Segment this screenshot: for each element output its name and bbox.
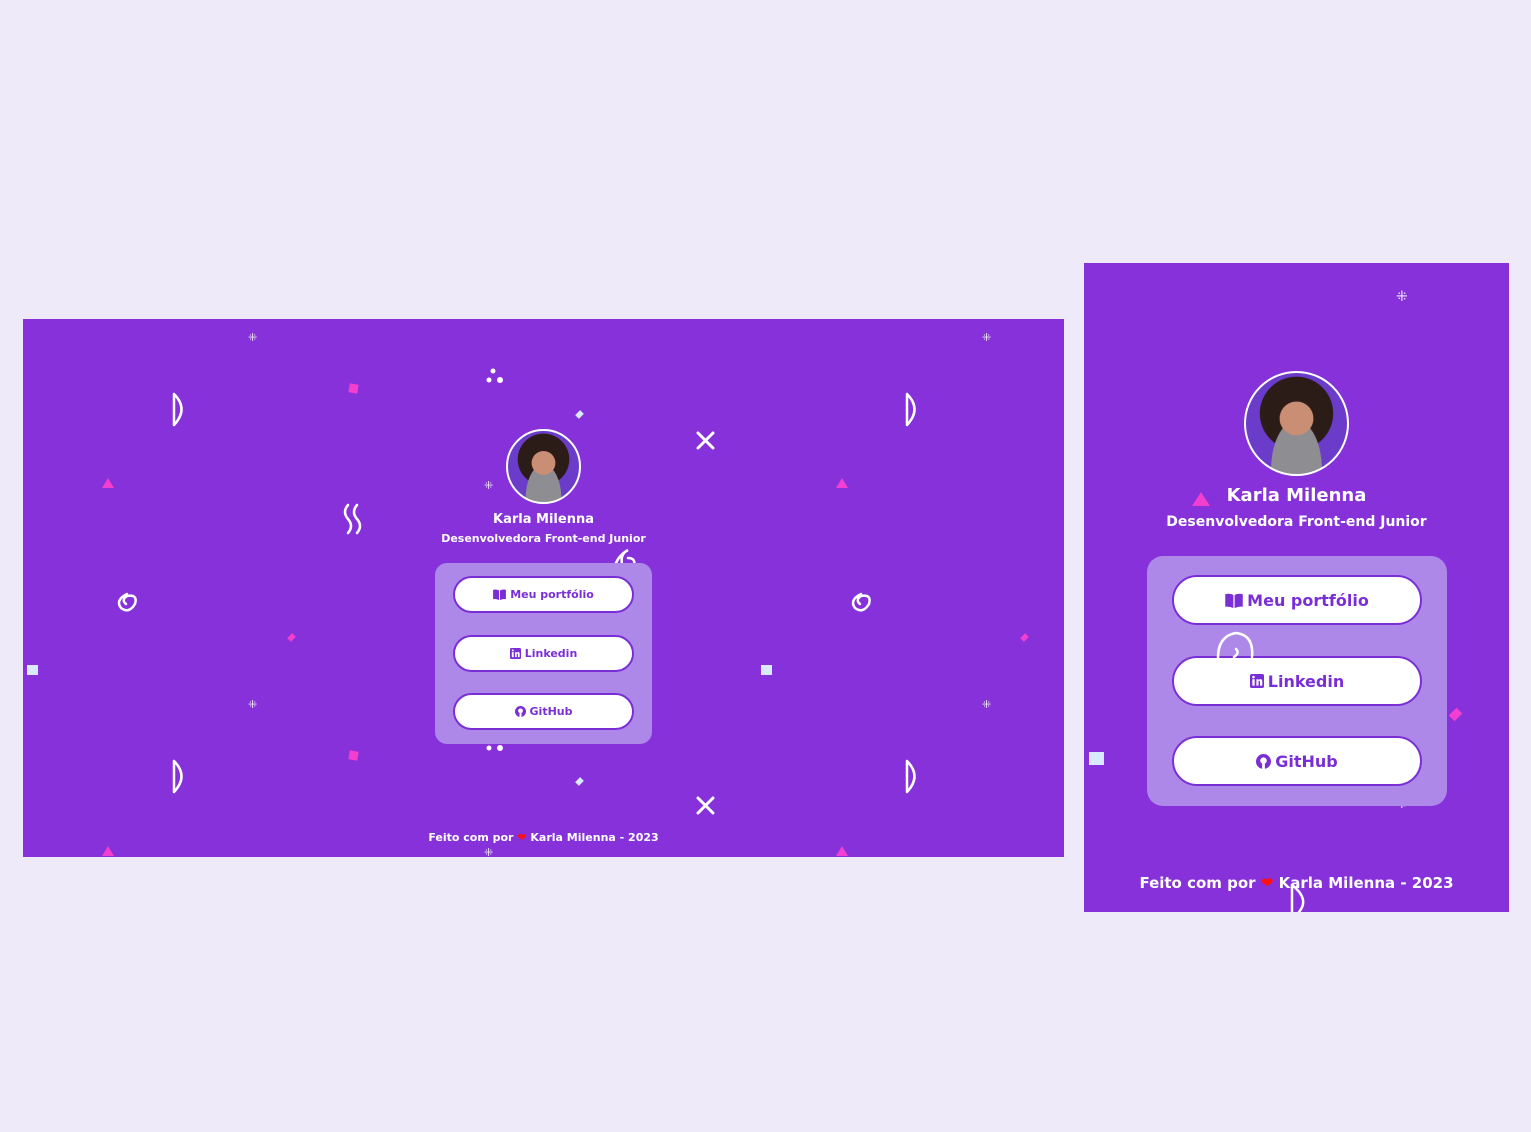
links-card: Meu portfólio Linkedin GitHub	[435, 563, 652, 744]
linkedin-button-label: Linkedin	[524, 647, 578, 660]
linkedin-button[interactable]: Linkedin	[453, 635, 634, 672]
desktop-preview: ⁜ ⁜ ⁜ ⁜ ⁜ ⁜ Karla Milenna Desenvolvedora…	[23, 319, 1064, 857]
github-icon	[514, 706, 526, 717]
portfolio-button[interactable]: Meu portfólio	[453, 576, 634, 613]
profile-avatar	[506, 429, 581, 504]
heart-icon: ❤	[517, 831, 527, 844]
book-open-icon	[493, 589, 507, 600]
github-button-label: GitHub	[529, 705, 573, 718]
profile-role: Desenvolvedora Front-end Junior	[441, 532, 646, 545]
footer: Feito com por ❤ Karla Milenna - 2023	[23, 831, 1064, 844]
profile-name: Karla Milenna	[493, 512, 594, 527]
footer-suffix: Karla Milenna - 2023	[1278, 874, 1454, 892]
footer-prefix: Feito com por	[1139, 874, 1256, 892]
portfolio-button-label: Meu portfólio	[510, 588, 594, 601]
doodle-decorations	[1216, 631, 1305, 912]
footer-prefix: Feito com por	[428, 831, 514, 844]
linkedin-icon	[509, 648, 521, 659]
heart-icon: ❤	[1260, 874, 1274, 892]
github-button[interactable]: GitHub	[453, 693, 634, 730]
footer: Feito com por ❤ Karla Milenna - 2023	[1084, 874, 1509, 892]
mobile-preview: ⁜ ⁜ Karla Milenna Desenvolvedora Front-e…	[1084, 263, 1509, 912]
footer-suffix: Karla Milenna - 2023	[530, 831, 659, 844]
